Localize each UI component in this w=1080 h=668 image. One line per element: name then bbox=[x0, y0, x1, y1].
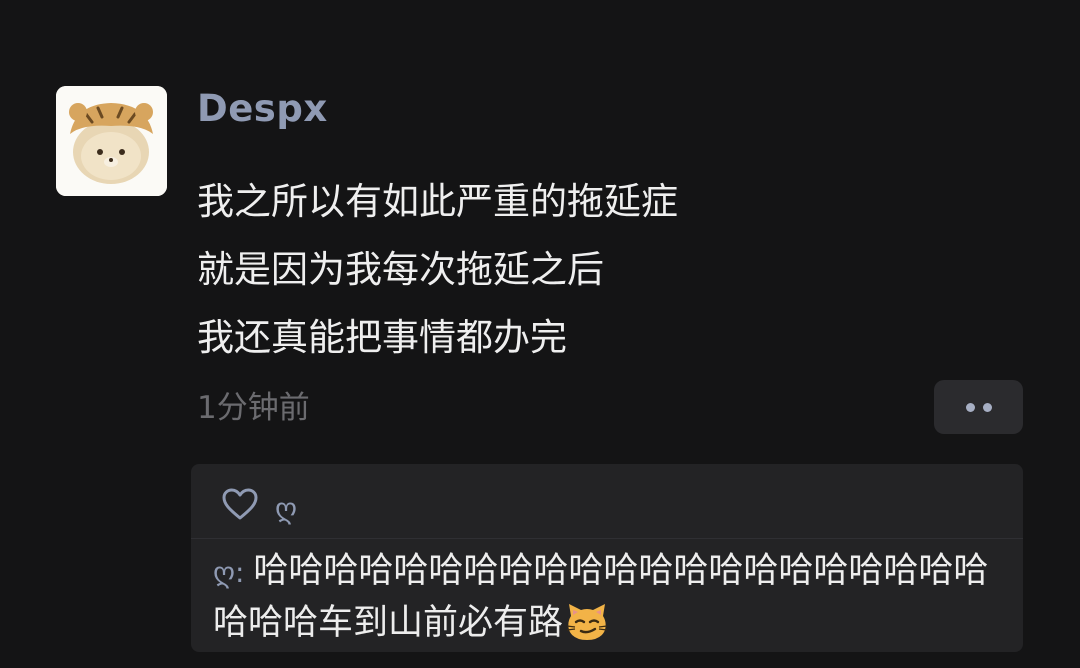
post-text-line: 我还真能把事情都办完 bbox=[197, 316, 567, 359]
likes-comments-panel: ღ ღ: 哈哈哈哈哈哈哈哈哈哈哈哈哈哈哈哈哈哈哈哈哈哈哈哈车到山前必有路 bbox=[191, 464, 1023, 652]
smirking-cat-emoji-icon bbox=[566, 604, 608, 640]
post-text-line: 我之所以有如此严重的拖延症 bbox=[197, 180, 678, 223]
more-options-button[interactable] bbox=[934, 380, 1023, 434]
divider bbox=[191, 538, 1023, 539]
post-text-line: 就是因为我每次拖延之后 bbox=[197, 248, 604, 291]
comment: ღ: 哈哈哈哈哈哈哈哈哈哈哈哈哈哈哈哈哈哈哈哈哈哈哈哈车到山前必有路 bbox=[213, 546, 1003, 648]
liker-name[interactable]: ღ bbox=[275, 492, 297, 525]
avatar[interactable] bbox=[56, 86, 167, 196]
two-dots-icon bbox=[965, 402, 975, 412]
bear-in-tiger-hat-icon bbox=[56, 86, 167, 196]
heart-outline-icon[interactable] bbox=[221, 487, 259, 521]
comment-author[interactable]: ღ bbox=[213, 556, 235, 589]
post-body: 我之所以有如此严重的拖延症 就是因为我每次拖延之后 我还真能把事情都办完 bbox=[197, 168, 678, 372]
username[interactable]: Despx bbox=[197, 86, 328, 132]
likes-row: ღ bbox=[221, 484, 297, 525]
post-timestamp: 1分钟前 bbox=[197, 390, 310, 426]
two-dots-icon bbox=[982, 402, 992, 412]
comment-separator: : bbox=[235, 556, 254, 589]
